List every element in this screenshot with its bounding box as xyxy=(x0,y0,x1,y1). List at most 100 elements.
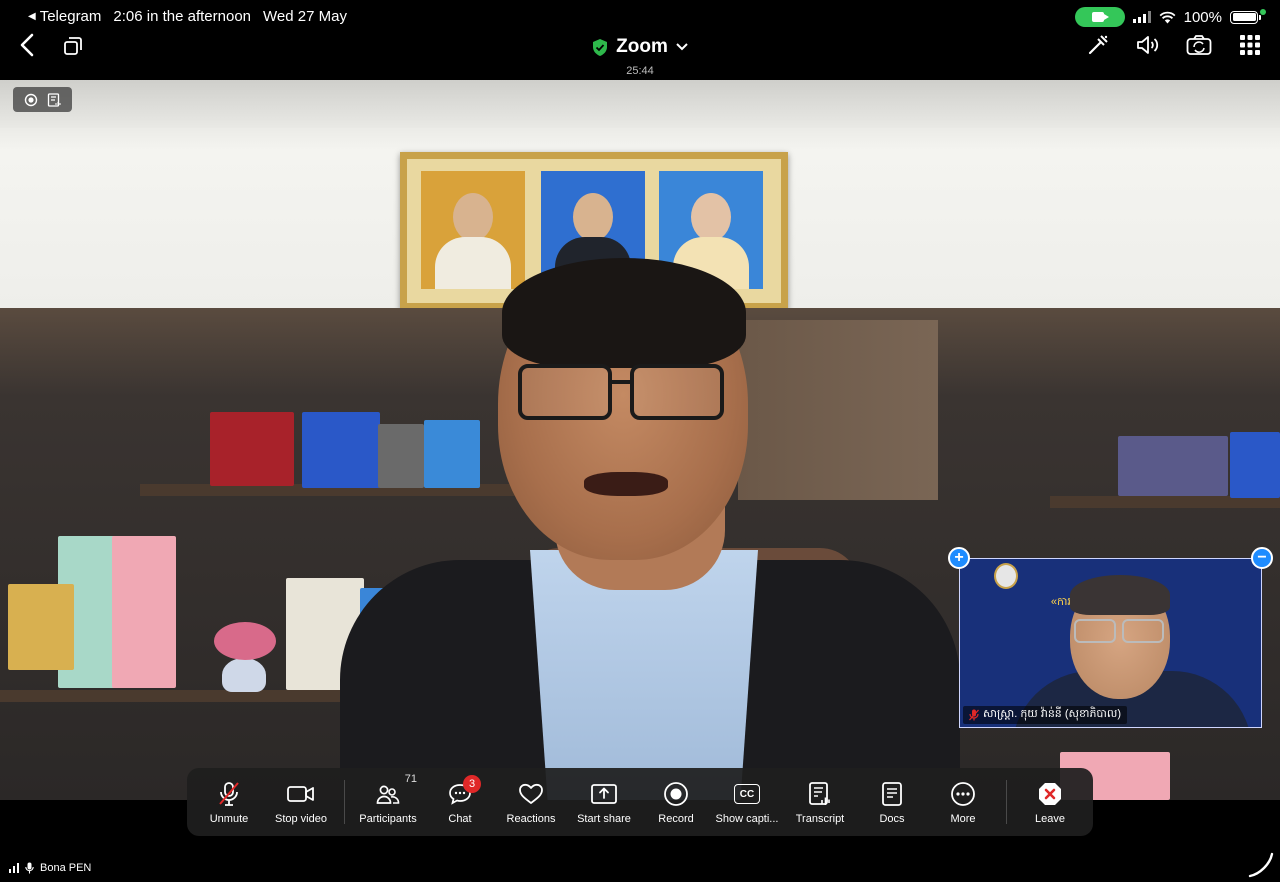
flower-vase xyxy=(222,658,266,692)
status-time: 2:06 in the afternoon xyxy=(113,8,252,25)
active-speaker-name: Bona PEN xyxy=(40,862,92,874)
back-app-label: Telegram xyxy=(39,8,102,25)
participants-button[interactable]: 71 Participants xyxy=(353,768,423,836)
pip-glasses-right xyxy=(1122,619,1164,643)
transcript-label: Transcript xyxy=(795,813,845,825)
corner-resize-icon[interactable] xyxy=(1248,852,1274,882)
stop-video-label: Stop video xyxy=(275,813,327,825)
toolbar-divider xyxy=(344,780,345,824)
ceiling xyxy=(0,80,1280,128)
switch-camera-icon[interactable] xyxy=(1182,28,1216,62)
leave-button[interactable]: Leave xyxy=(1025,768,1075,836)
document-icon xyxy=(877,779,907,809)
binder xyxy=(112,536,176,688)
share-screen-icon xyxy=(589,779,619,809)
pip-name-tag: សាស្ត្រា. កុយ វ៉ាន់នី (សុខាភិបាល) xyxy=(963,706,1128,724)
more-dots-icon xyxy=(948,779,978,809)
participants-count: 71 xyxy=(404,773,417,785)
cc-icon-text: CC xyxy=(734,784,760,804)
record-dot-icon xyxy=(24,93,37,106)
pip-hair xyxy=(1070,575,1170,615)
meeting-controls-toolbar: Unmute Stop video 71 Participants 3 Chat… xyxy=(187,768,1093,836)
more-label: More xyxy=(950,813,976,825)
meeting-title: Zoom xyxy=(616,36,668,57)
docs-button[interactable]: Docs xyxy=(867,768,917,836)
record-icon xyxy=(661,779,691,809)
apps-grid-icon[interactable] xyxy=(1233,28,1267,62)
chat-button[interactable]: 3 Chat xyxy=(435,768,485,836)
wifi-icon xyxy=(1159,11,1176,23)
meeting-title-dropdown[interactable]: Zoom xyxy=(592,36,688,58)
leave-label: Leave xyxy=(1035,813,1065,825)
wood-cabinet xyxy=(738,320,938,500)
unmute-label: Unmute xyxy=(209,813,249,825)
speaker-info-bar: Bona PEN xyxy=(0,850,1280,882)
network-quality-icon xyxy=(9,863,19,873)
shield-check-icon xyxy=(593,38,608,56)
pip-glasses-left xyxy=(1074,619,1116,643)
pip-collapse-button[interactable]: − xyxy=(1251,547,1273,569)
video-camera-icon xyxy=(286,779,316,809)
book xyxy=(210,412,294,486)
reactions-button[interactable]: Reactions xyxy=(499,768,563,836)
participants-label: Participants xyxy=(359,813,417,825)
speaker-mouth xyxy=(584,472,668,496)
flowers xyxy=(214,622,276,660)
record-label: Record xyxy=(658,813,694,825)
mic-muted-icon xyxy=(214,779,244,809)
shelf-decor xyxy=(1118,436,1228,496)
pip-participant-name: សាស្ត្រា. កុយ វ៉ាន់នី (សុខាភិបាល) xyxy=(983,708,1122,720)
whiteboard-icon[interactable] xyxy=(1081,28,1115,62)
stop-video-button[interactable]: Stop video xyxy=(269,768,333,836)
book xyxy=(1230,432,1280,498)
pip-expand-button[interactable]: + xyxy=(948,547,970,569)
start-share-button[interactable]: Start share xyxy=(571,768,637,836)
leave-icon xyxy=(1035,779,1065,809)
mic-on-icon xyxy=(25,862,34,874)
mic-muted-icon xyxy=(969,709,979,721)
start-share-label: Start share xyxy=(577,813,631,825)
cellular-signal-icon xyxy=(1132,11,1151,23)
book xyxy=(378,424,424,488)
back-triangle-icon: ◀ xyxy=(28,11,36,22)
record-button[interactable]: Record xyxy=(647,768,705,836)
battery-icon xyxy=(1230,10,1261,24)
speaker-hair xyxy=(502,258,746,368)
toolbar-divider xyxy=(1006,780,1007,824)
participants-icon: 71 xyxy=(373,773,417,809)
unmute-button[interactable]: Unmute xyxy=(199,768,259,836)
camera-in-use-icon xyxy=(1074,7,1125,27)
more-button[interactable]: More xyxy=(939,768,987,836)
book xyxy=(424,420,480,488)
speaker-icon[interactable] xyxy=(1131,28,1165,62)
portrait-left xyxy=(421,171,525,289)
speaker-glasses xyxy=(514,364,734,424)
back-to-app-link[interactable]: ◀ Telegram xyxy=(28,8,101,25)
status-date: Wed 27 May xyxy=(263,8,347,25)
active-speaker-video[interactable]: «ការពង្រឹងប្រសិទ្ធភា... ជាតិ» សាស្ត្រា. … xyxy=(0,80,1280,800)
chat-bubble-icon: 3 xyxy=(445,775,481,809)
closed-captions-icon: CC xyxy=(732,779,762,809)
transcript-button[interactable]: Transcript xyxy=(789,768,851,836)
chat-unread-badge: 3 xyxy=(463,775,481,793)
chevron-down-icon xyxy=(676,43,688,51)
transcript-small-icon xyxy=(48,92,61,107)
minus-icon: − xyxy=(1257,549,1267,566)
transcript-icon xyxy=(805,779,835,809)
heart-icon xyxy=(516,779,546,809)
book xyxy=(302,412,380,488)
reactions-label: Reactions xyxy=(506,813,556,825)
ministry-logo-icon xyxy=(994,563,1018,589)
camera-active-dot xyxy=(1260,9,1266,15)
meeting-header: Zoom 25:44 xyxy=(0,28,1280,80)
show-captions-button[interactable]: CC Show capti... xyxy=(711,768,783,836)
photo-frame xyxy=(8,584,74,670)
chat-label: Chat xyxy=(448,813,472,825)
docs-label: Docs xyxy=(879,813,905,825)
battery-percent: 100% xyxy=(1183,8,1222,26)
recording-status-pill[interactable] xyxy=(13,87,72,112)
meeting-timer: 25:44 xyxy=(626,64,654,77)
plus-icon: + xyxy=(954,549,964,566)
show-captions-label: Show capti... xyxy=(715,813,779,825)
pip-participant-video[interactable]: «ការពង្រឹងប្រសិទ្ធភា... ជាតិ» សាស្ត្រា. … xyxy=(959,558,1262,728)
